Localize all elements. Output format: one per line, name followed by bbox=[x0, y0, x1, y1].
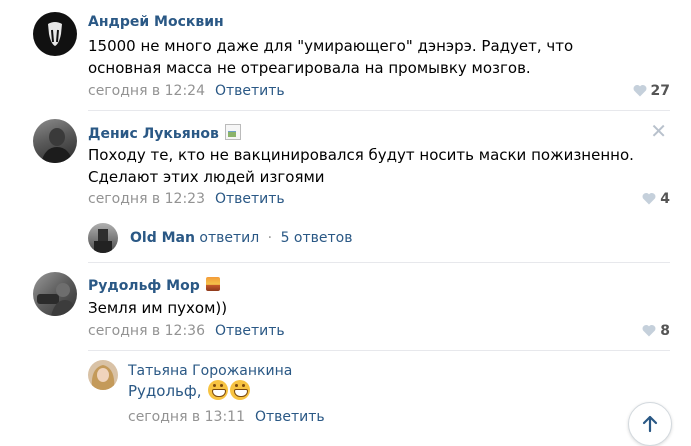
comment-meta: сегодня в 12:23 Ответить bbox=[88, 191, 285, 207]
reply-button[interactable]: Ответить bbox=[255, 409, 325, 425]
avatar[interactable] bbox=[33, 12, 77, 56]
timestamp[interactable]: сегодня в 12:36 bbox=[88, 323, 205, 339]
thread-summary[interactable]: Old Man ответил · 5 ответов bbox=[130, 230, 352, 246]
sunset-emoji-icon bbox=[205, 277, 220, 291]
heart-icon bbox=[642, 325, 656, 337]
like-count: 27 bbox=[650, 83, 670, 99]
divider bbox=[88, 350, 670, 351]
comment-text: Походу те, кто не вакцинировался будут н… bbox=[88, 146, 634, 186]
comment-text: Земля им пухом)) bbox=[88, 299, 228, 317]
like-button[interactable]: 27 bbox=[633, 83, 670, 99]
comment-text: 15000 не много даже для "умирающего" дэн… bbox=[88, 37, 574, 77]
author-name[interactable]: Татьяна Горожанкина bbox=[128, 363, 292, 379]
avatar[interactable] bbox=[33, 272, 77, 316]
divider bbox=[88, 110, 670, 111]
reply-button[interactable]: Ответить bbox=[215, 191, 285, 207]
reply-button[interactable]: Ответить bbox=[215, 83, 285, 99]
reply-text-content: Рудольф, bbox=[128, 382, 202, 400]
heart-icon bbox=[633, 85, 646, 97]
comment-meta: сегодня в 12:36 Ответить bbox=[88, 323, 285, 339]
avatar[interactable] bbox=[33, 119, 77, 163]
divider bbox=[88, 262, 670, 263]
avatar[interactable] bbox=[88, 223, 118, 253]
scroll-to-top-button[interactable] bbox=[628, 402, 672, 446]
grin-emoji-icon bbox=[208, 380, 229, 400]
grin-emoji-icon bbox=[230, 380, 251, 400]
author-name-text[interactable]: Денис Лукьянов bbox=[88, 126, 219, 142]
timestamp[interactable]: сегодня в 12:24 bbox=[88, 83, 205, 99]
like-button[interactable]: 4 bbox=[642, 191, 670, 207]
comment-meta: сегодня в 13:11 Ответить bbox=[128, 409, 325, 425]
avatar[interactable] bbox=[88, 360, 118, 390]
like-button[interactable]: 8 bbox=[642, 323, 670, 339]
arrow-up-icon bbox=[642, 415, 658, 433]
separator-dot: · bbox=[267, 230, 273, 246]
replied-label: ответил bbox=[199, 230, 260, 246]
close-icon[interactable]: ✕ bbox=[650, 121, 667, 141]
heart-icon bbox=[642, 193, 656, 205]
author-name-text[interactable]: Рудольф Мор bbox=[88, 278, 200, 294]
like-count: 8 bbox=[660, 323, 670, 339]
author-name[interactable]: Андрей Москвин bbox=[88, 14, 224, 30]
reply-text: Рудольф, bbox=[128, 380, 251, 402]
timestamp[interactable]: сегодня в 12:23 bbox=[88, 191, 205, 207]
timestamp[interactable]: сегодня в 13:11 bbox=[128, 409, 245, 425]
replier-name[interactable]: Old Man bbox=[130, 230, 195, 246]
comment-meta: сегодня в 12:24 Ответить bbox=[88, 83, 285, 99]
broken-image-icon bbox=[224, 124, 241, 140]
replies-count-link[interactable]: 5 ответов bbox=[281, 230, 353, 246]
like-count: 4 bbox=[660, 191, 670, 207]
author-name[interactable]: Рудольф Мор bbox=[88, 277, 220, 294]
author-name[interactable]: Денис Лукьянов bbox=[88, 124, 241, 142]
reply-button[interactable]: Ответить bbox=[215, 323, 285, 339]
